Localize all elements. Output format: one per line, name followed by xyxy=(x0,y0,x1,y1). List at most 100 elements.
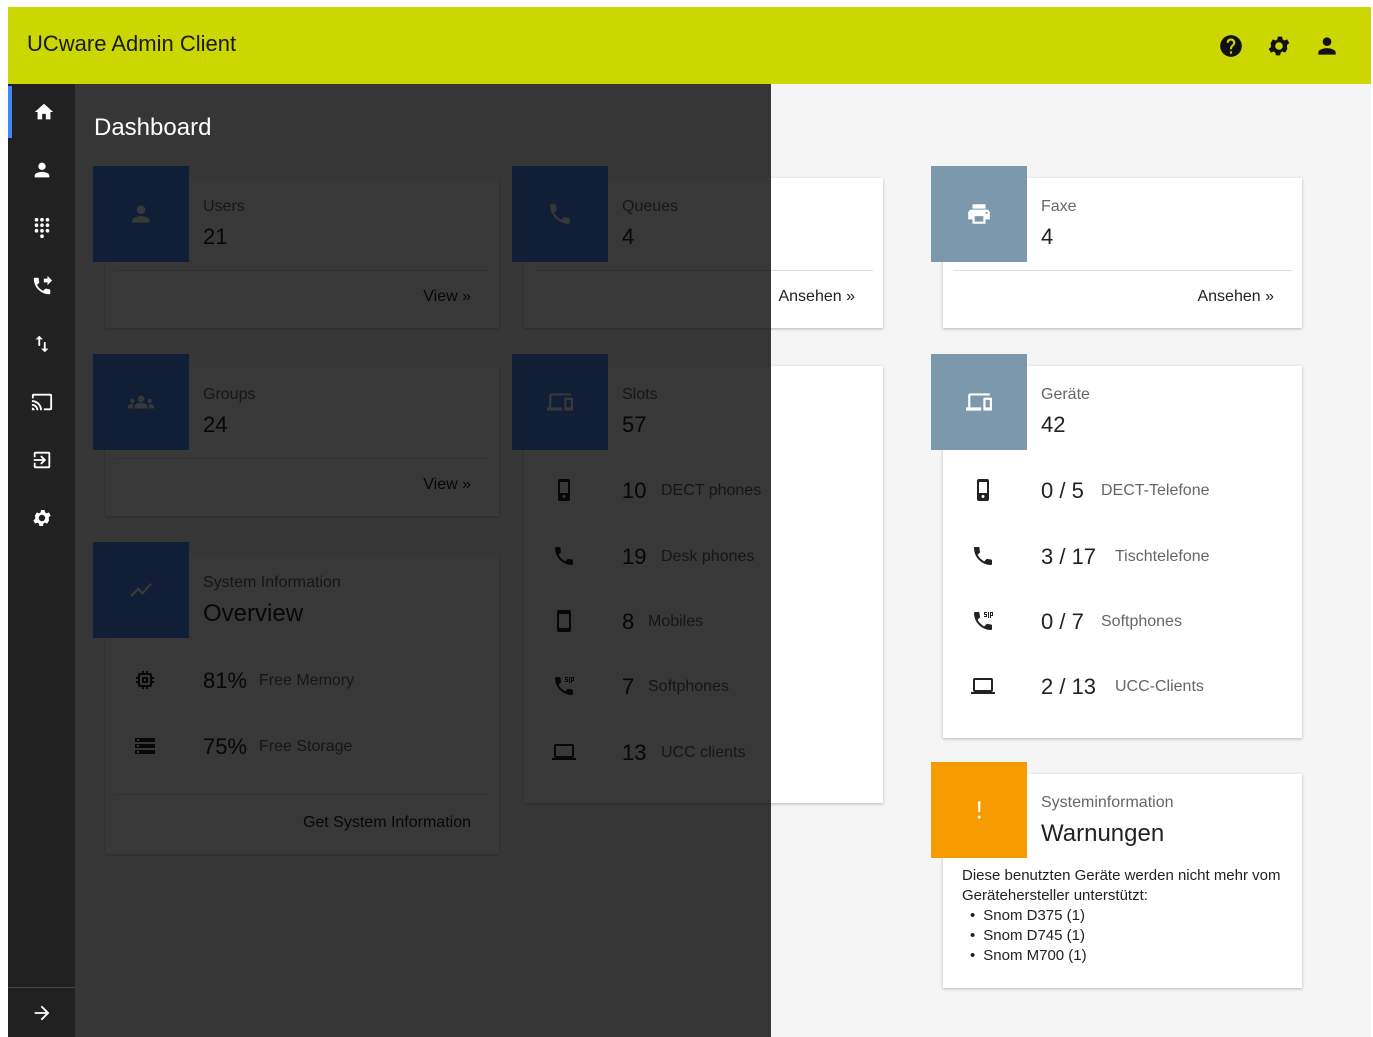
sidebar-item-provisioning[interactable] xyxy=(8,376,75,428)
dect-phone-icon xyxy=(552,478,576,502)
geraete-softphones-count: 0 / 7 xyxy=(1041,609,1084,634)
slots-row-desk: 19 Desk phones xyxy=(524,536,883,576)
laptop-icon xyxy=(971,674,995,698)
groups-card: Groups 24 View » xyxy=(93,354,499,516)
geraete-dect-label: DECT-Telefone xyxy=(1101,482,1210,499)
faxe-card-label: Faxe xyxy=(1041,198,1077,215)
devices-icon xyxy=(547,393,573,411)
dialpad-icon xyxy=(34,217,49,239)
slots-card-value: 57 xyxy=(622,412,647,437)
card-divider xyxy=(115,458,489,459)
users-card-label: Users xyxy=(203,198,245,215)
smartphone-icon xyxy=(552,609,576,633)
exclamation-icon xyxy=(977,801,981,819)
laptop-icon xyxy=(552,740,576,764)
warnings-card-icon-box xyxy=(931,762,1027,858)
geraete-card: Geräte 42 0 / 5 DECT-Telefone 3 / 17 Tis… xyxy=(931,354,1302,738)
sidebar-item-home[interactable] xyxy=(8,86,75,138)
sip-phone-icon xyxy=(971,609,995,633)
groups-card-label: Groups xyxy=(203,386,256,403)
groups-card-value: 24 xyxy=(203,412,228,437)
slots-row-softphones: 7 Softphones xyxy=(524,666,883,706)
geraete-dect-count: 0 / 5 xyxy=(1041,478,1084,503)
sysinfo-row-memory: 81% Free Memory xyxy=(105,660,499,700)
queues-card-value: 4 xyxy=(622,224,635,249)
phone-icon xyxy=(971,544,995,568)
queues-card: Queues 4 Ansehen » xyxy=(512,166,883,328)
sidebar-item-dialpad[interactable] xyxy=(8,202,75,254)
slots-desk-count: 19 xyxy=(622,544,647,569)
list-item: Snom D375 (1) xyxy=(970,906,1292,926)
slots-dect-count: 10 xyxy=(622,478,647,503)
page-title: Dashboard xyxy=(94,114,212,141)
slots-card-icon-box xyxy=(512,354,608,450)
help-icon[interactable] xyxy=(1218,33,1244,59)
main-content: Dashboard Users 21 View » Queues 4 Anseh… xyxy=(75,84,1371,1037)
slots-row-ucc: 13 UCC clients xyxy=(524,732,883,772)
phone-forward-icon xyxy=(33,275,52,295)
home-icon xyxy=(34,103,53,120)
phone-icon xyxy=(552,544,576,568)
slots-softphones-count: 7 xyxy=(622,674,635,699)
warnings-card: Systeminformation Warnungen Diese benutz… xyxy=(931,762,1302,988)
system-info-card-value: Overview xyxy=(203,600,304,627)
geraete-softphones-label: Softphones xyxy=(1101,613,1182,630)
geraete-row-dect: 0 / 5 DECT-Telefone xyxy=(943,470,1302,510)
dect-phone-icon xyxy=(971,478,995,502)
faxe-card: Faxe 4 Ansehen » xyxy=(931,166,1302,328)
users-card-icon-box xyxy=(93,166,189,262)
groups-card-icon-box xyxy=(93,354,189,450)
trending-up-icon xyxy=(130,582,152,598)
queues-view-link[interactable]: Ansehen » xyxy=(778,288,855,306)
group-icon xyxy=(128,395,154,409)
sidebar-item-call-forward[interactable] xyxy=(8,260,75,312)
slots-row-dect: 10 DECT phones xyxy=(524,470,883,510)
warnings-device-list: Snom D375 (1) Snom D745 (1) Snom M700 (1… xyxy=(962,906,1292,966)
card-divider xyxy=(534,270,873,271)
slots-desk-label: Desk phones xyxy=(661,548,755,565)
get-system-information-link[interactable]: Get System Information xyxy=(303,814,471,832)
geraete-desk-count: 3 / 17 xyxy=(1041,544,1097,569)
sidebar-item-settings[interactable] xyxy=(8,492,75,544)
settings-gear-icon[interactable] xyxy=(1266,33,1292,59)
groups-view-link[interactable]: View » xyxy=(423,476,471,494)
geraete-row-softphones: 0 / 7 Softphones xyxy=(943,601,1302,641)
person-icon xyxy=(34,162,49,178)
memory-chip-icon xyxy=(133,668,157,692)
geraete-card-label: Geräte xyxy=(1041,386,1090,403)
geraete-card-icon-box xyxy=(931,354,1027,450)
system-info-card-icon-box xyxy=(93,542,189,638)
sysinfo-row-storage: 75% Free Storage xyxy=(105,726,499,766)
sidebar-item-login[interactable] xyxy=(8,434,75,486)
sidebar-item-users[interactable] xyxy=(8,144,75,196)
top-app-bar: UCware Admin Client xyxy=(8,7,1371,84)
geraete-desk-label: Tischtelefone xyxy=(1115,548,1210,565)
slots-dect-label: DECT phones xyxy=(661,482,762,499)
arrow-right-icon xyxy=(34,1005,49,1020)
devices-icon xyxy=(966,393,992,411)
sidebar-expand-button[interactable] xyxy=(8,987,75,1037)
phone-icon xyxy=(550,204,570,224)
printer-icon xyxy=(968,204,990,224)
sysinfo-storage-label: Free Storage xyxy=(259,738,353,755)
card-divider xyxy=(953,270,1292,271)
login-icon xyxy=(33,451,50,469)
geraete-row-desk: 3 / 17 Tischtelefone xyxy=(943,536,1302,576)
app-title: UCware Admin Client xyxy=(27,31,237,56)
gear-icon xyxy=(32,510,51,526)
list-item: Snom M700 (1) xyxy=(970,946,1292,966)
swap-vert-icon xyxy=(35,335,48,353)
faxe-view-link[interactable]: Ansehen » xyxy=(1197,288,1274,306)
sysinfo-memory-value: 81% xyxy=(203,668,248,693)
slots-ucc-count: 13 xyxy=(622,740,647,765)
user-account-icon[interactable] xyxy=(1314,33,1340,59)
person-icon xyxy=(132,205,150,223)
app-window: UCware Admin Client Dashboard Users 21 V… xyxy=(8,7,1371,1037)
slots-ucc-label: UCC clients xyxy=(661,744,746,761)
system-info-card-label: System Information xyxy=(203,574,341,591)
users-view-link[interactable]: View » xyxy=(423,288,471,306)
sysinfo-memory-label: Free Memory xyxy=(259,672,355,689)
users-card: Users 21 View » xyxy=(93,166,499,328)
sidebar-item-import-export[interactable] xyxy=(8,318,75,370)
warnings-body: Diese benutzten Geräte werden nicht mehr… xyxy=(962,866,1292,966)
